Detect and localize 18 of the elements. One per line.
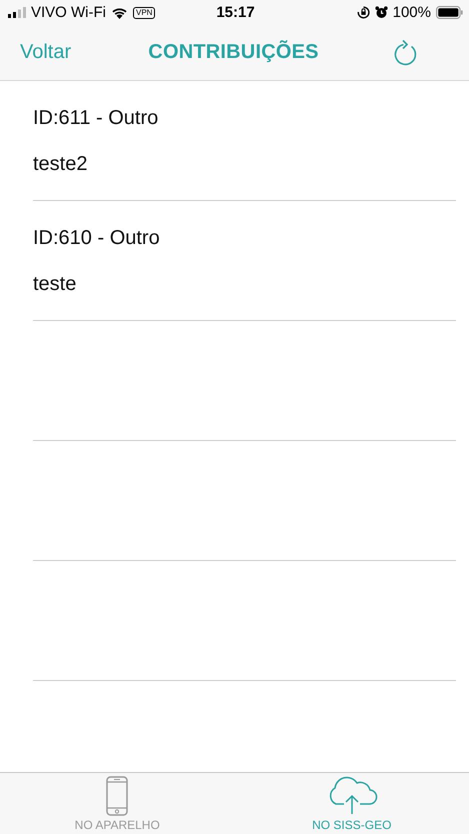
phone-icon [106, 776, 128, 816]
back-link[interactable]: Voltar [20, 41, 100, 64]
alarm-icon [374, 6, 388, 19]
wifi-icon [111, 6, 128, 18]
screen-title: CONTRIBUIÇÕES [148, 41, 319, 64]
contribution-description: teste2 [33, 152, 88, 174]
battery-icon [436, 6, 463, 19]
tab-bar-item[interactable]: NO SISS-GEO [234, 773, 469, 834]
battery-percent: 100% [392, 4, 431, 21]
contribution-description: teste [33, 272, 78, 294]
contribution-title: ID:611 - Outro [33, 106, 160, 128]
vpn-badge: VPN [133, 6, 156, 18]
tab-bar-item[interactable]: NO APARELHO [0, 773, 234, 834]
signal-icon [8, 7, 26, 18]
rotation-lock-icon [356, 6, 370, 19]
carrier-name: VIVO Wi-Fi [31, 4, 106, 21]
contribution-title: ID:610 - Outro [33, 226, 161, 248]
status-time: 15:17 [216, 4, 255, 21]
